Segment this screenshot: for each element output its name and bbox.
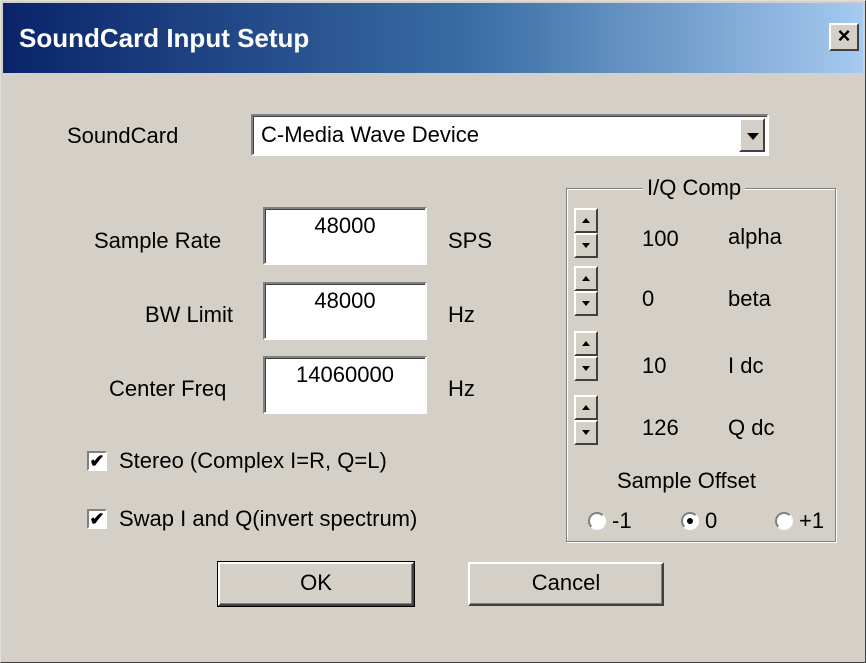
offset-plus1-label[interactable]: +1	[799, 508, 824, 534]
q-dc-label: Q dc	[728, 415, 775, 440]
ok-button[interactable]: OK	[217, 561, 415, 607]
offset-0-label[interactable]: 0	[705, 508, 717, 534]
i-dc-spinner[interactable]	[574, 331, 598, 381]
sample-offset-label: Sample Offset	[617, 468, 756, 493]
bw-limit-label: BW Limit	[145, 302, 233, 327]
alpha-down-arrow-icon[interactable]	[574, 233, 598, 258]
close-button[interactable]: ×	[829, 23, 859, 51]
q-dc-value: 126	[642, 415, 679, 440]
offset-0-radio[interactable]	[681, 512, 699, 530]
title-bar[interactable]: SoundCard Input Setup ×	[3, 3, 863, 73]
center-freq-input[interactable]: 14060000	[263, 356, 427, 414]
soundcard-input-setup-dialog: SoundCard Input Setup × SoundCard C-Medi…	[0, 0, 866, 663]
offset-minus1-radio[interactable]	[588, 512, 606, 530]
soundcard-dropdown[interactable]: C-Media Wave Device	[251, 114, 769, 156]
stereo-checkbox[interactable]: ✔	[87, 451, 107, 471]
sample-rate-unit: SPS	[448, 228, 493, 253]
sample-rate-input[interactable]: 48000	[263, 207, 427, 265]
center-freq-label: Center Freq	[109, 376, 227, 401]
chevron-down-icon[interactable]	[739, 118, 765, 152]
alpha-label: alpha	[728, 224, 782, 249]
sample-rate-label: Sample Rate	[94, 228, 222, 253]
swap-iq-checkbox[interactable]: ✔	[87, 509, 107, 529]
q-dc-up-arrow-icon[interactable]	[574, 395, 598, 420]
swap-iq-label[interactable]: Swap I and Q(invert spectrum)	[119, 506, 417, 532]
alpha-spinner[interactable]	[574, 208, 598, 258]
i-dc-down-arrow-icon[interactable]	[574, 356, 598, 381]
cancel-button[interactable]: Cancel	[468, 562, 664, 606]
offset-minus1-label[interactable]: -1	[612, 508, 632, 534]
beta-down-arrow-icon[interactable]	[574, 291, 598, 316]
i-dc-up-arrow-icon[interactable]	[574, 331, 598, 356]
alpha-up-arrow-icon[interactable]	[574, 208, 598, 233]
alpha-value: 100	[642, 226, 679, 251]
soundcard-label: SoundCard	[67, 123, 179, 148]
beta-value: 0	[642, 286, 655, 311]
beta-spinner[interactable]	[574, 266, 598, 316]
q-dc-down-arrow-icon[interactable]	[574, 420, 598, 445]
soundcard-selected-value: C-Media Wave Device	[261, 122, 480, 147]
bw-limit-input[interactable]: 48000	[263, 282, 427, 340]
beta-up-arrow-icon[interactable]	[574, 266, 598, 291]
beta-label: beta	[728, 286, 771, 311]
i-dc-value: 10	[642, 353, 667, 378]
offset-plus1-radio[interactable]	[775, 512, 793, 530]
center-freq-unit: Hz	[448, 376, 475, 401]
window-title: SoundCard Input Setup	[19, 23, 310, 53]
i-dc-label: I dc	[728, 353, 764, 378]
q-dc-spinner[interactable]	[574, 395, 598, 445]
stereo-label[interactable]: Stereo (Complex I=R, Q=L)	[119, 448, 387, 474]
bw-limit-unit: Hz	[448, 302, 475, 327]
iq-comp-title: I/Q Comp	[643, 175, 746, 201]
